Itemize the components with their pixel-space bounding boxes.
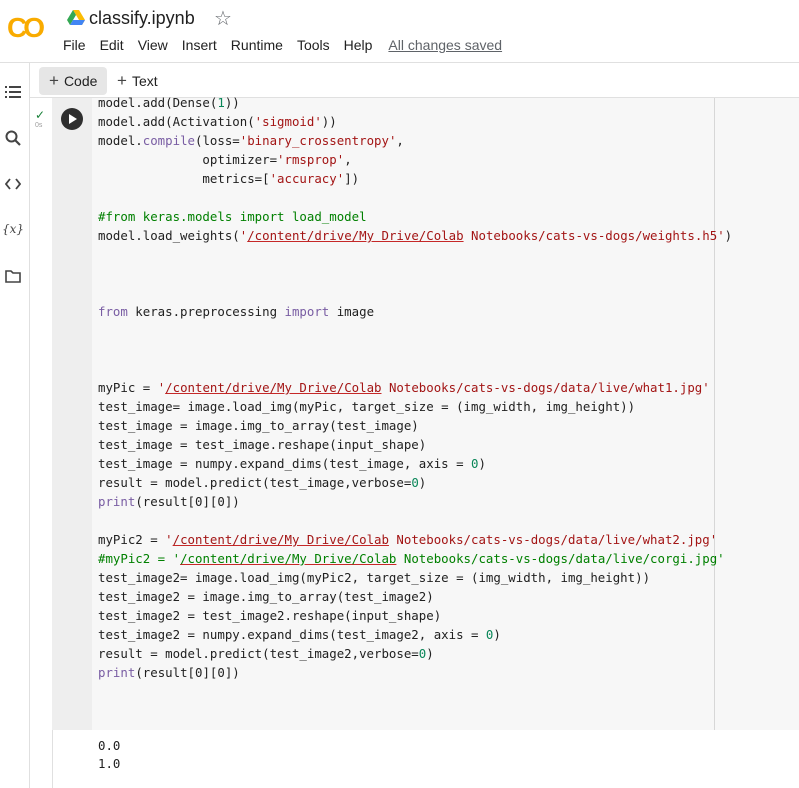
run-cell-button[interactable] bbox=[61, 108, 83, 130]
google-drive-icon[interactable] bbox=[67, 10, 85, 26]
run-status: ✓ 0s bbox=[35, 108, 49, 129]
code-line[interactable]: print(result[0][0]) bbox=[98, 492, 732, 511]
code-line[interactable]: test_image = numpy.expand_dims(test_imag… bbox=[98, 454, 732, 473]
code-line[interactable] bbox=[98, 245, 732, 264]
notebook-title[interactable]: classify.ipynb bbox=[89, 8, 195, 29]
variables-icon[interactable]: {x} bbox=[2, 220, 24, 238]
code-line[interactable]: optimizer='rmsprop', bbox=[98, 150, 732, 169]
menu-insert[interactable]: Insert bbox=[175, 37, 224, 53]
code-line[interactable] bbox=[98, 340, 732, 359]
code-line[interactable] bbox=[98, 511, 732, 530]
code-line[interactable]: test_image2 = numpy.expand_dims(test_ima… bbox=[98, 625, 732, 644]
menu-runtime[interactable]: Runtime bbox=[224, 37, 290, 53]
code-line[interactable] bbox=[98, 264, 732, 283]
code-line[interactable]: #from keras.models import load_model bbox=[98, 207, 732, 226]
code-line[interactable]: test_image = image.img_to_array(test_ima… bbox=[98, 416, 732, 435]
menu-help[interactable]: Help bbox=[337, 37, 380, 53]
output-line: 0.0 bbox=[98, 738, 121, 753]
cell-gutter bbox=[52, 98, 92, 730]
code-line[interactable]: from keras.preprocessing import image bbox=[98, 302, 732, 321]
code-line[interactable]: test_image2 = test_image2.reshape(input_… bbox=[98, 606, 732, 625]
execution-time: 0s bbox=[35, 122, 43, 129]
code-line[interactable]: model.add(Dense(1)) bbox=[98, 93, 732, 112]
code-line[interactable] bbox=[98, 321, 732, 340]
output-line: 1.0 bbox=[98, 756, 121, 771]
code-line[interactable]: metrics=['accuracy']) bbox=[98, 169, 732, 188]
code-line[interactable]: result = model.predict(test_image,verbos… bbox=[98, 473, 732, 492]
plus-icon: + bbox=[49, 71, 59, 90]
code-line[interactable] bbox=[98, 188, 732, 207]
add-text-label: Text bbox=[131, 73, 158, 89]
code-line[interactable]: model.load_weights('/content/drive/My Dr… bbox=[98, 226, 732, 245]
check-icon: ✓ bbox=[35, 108, 46, 122]
save-status-link[interactable]: All changes saved bbox=[381, 37, 509, 53]
menu-bar: File Edit View Insert Runtime Tools Help… bbox=[56, 37, 509, 53]
menu-file[interactable]: File bbox=[56, 37, 93, 53]
left-sidebar: {x} bbox=[0, 63, 30, 788]
search-icon[interactable] bbox=[4, 129, 22, 147]
code-line[interactable]: model.add(Activation('sigmoid')) bbox=[98, 112, 732, 131]
menu-view[interactable]: View bbox=[131, 37, 175, 53]
files-icon[interactable] bbox=[4, 267, 22, 285]
cell-output bbox=[52, 730, 799, 788]
code-line[interactable]: result = model.predict(test_image2,verbo… bbox=[98, 644, 732, 663]
code-line[interactable]: test_image2 = image.img_to_array(test_im… bbox=[98, 587, 732, 606]
code-line[interactable]: print(result[0][0]) bbox=[98, 663, 732, 682]
code-line[interactable]: test_image2= image.load_img(myPic2, targ… bbox=[98, 568, 732, 587]
plus-icon: + bbox=[117, 71, 127, 90]
code-snippets-icon[interactable] bbox=[4, 175, 22, 193]
code-line[interactable]: myPic = '/content/drive/My Drive/Colab N… bbox=[98, 378, 732, 397]
menu-edit[interactable]: Edit bbox=[93, 37, 131, 53]
code-line[interactable]: test_image= image.load_img(myPic, target… bbox=[98, 397, 732, 416]
add-code-cell-button[interactable]: + Code bbox=[39, 67, 108, 95]
output-text: 0.0 1.0 bbox=[98, 737, 120, 773]
colab-logo[interactable]: CO bbox=[7, 12, 45, 44]
add-code-label: Code bbox=[63, 73, 98, 89]
menu-tools[interactable]: Tools bbox=[290, 37, 337, 53]
code-line[interactable]: model.compile(loss='binary_crossentropy'… bbox=[98, 131, 732, 150]
code-line[interactable]: myPic2 = '/content/drive/My Drive/Colab … bbox=[98, 530, 732, 549]
code-line[interactable] bbox=[98, 283, 732, 302]
code-editor[interactable]: model.add(Dense(1)) model.add(Activation(… bbox=[98, 93, 732, 682]
table-of-contents-icon[interactable] bbox=[4, 83, 22, 101]
add-text-cell-button[interactable]: + Text bbox=[107, 67, 168, 95]
code-line[interactable]: test_image = test_image.reshape(input_sh… bbox=[98, 435, 732, 454]
code-line[interactable] bbox=[98, 359, 732, 378]
header: CO classify.ipynb ☆ File Edit View Inser… bbox=[0, 0, 799, 63]
code-line[interactable]: #myPic2 = '/content/drive/My Drive/Colab… bbox=[98, 549, 732, 568]
star-icon[interactable]: ☆ bbox=[214, 6, 232, 31]
